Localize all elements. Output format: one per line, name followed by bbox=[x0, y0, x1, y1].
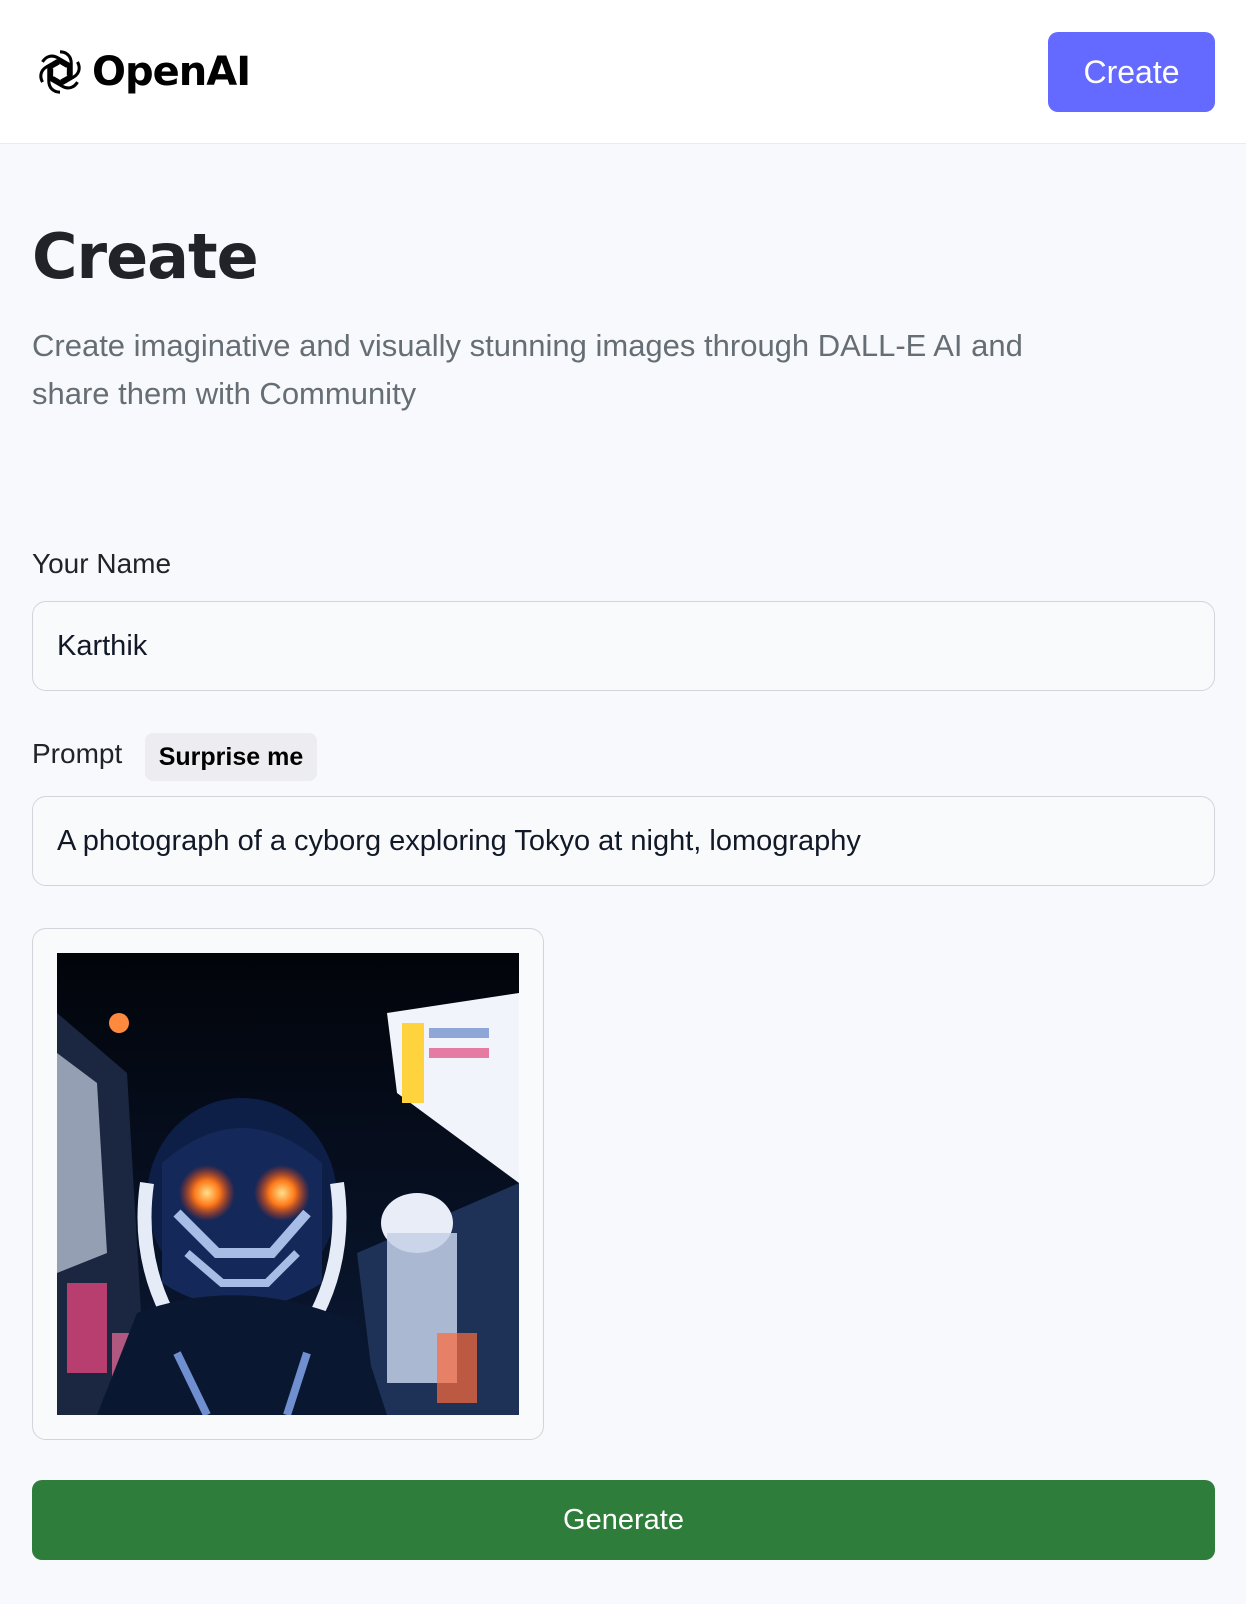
prompt-input[interactable] bbox=[32, 796, 1215, 886]
logo-text: OpenAI bbox=[92, 49, 251, 95]
name-label: Your Name bbox=[32, 548, 172, 579]
generate-button[interactable]: Generate bbox=[32, 1480, 1215, 1560]
create-button[interactable]: Create bbox=[1048, 32, 1215, 112]
openai-logo-icon bbox=[39, 50, 81, 94]
surprise-me-button[interactable]: Surprise me bbox=[145, 733, 317, 781]
generated-image bbox=[57, 953, 519, 1415]
prompt-label: Prompt bbox=[32, 738, 123, 769]
name-input[interactable] bbox=[32, 601, 1215, 691]
page-subtitle: Create imaginative and visually stunning… bbox=[32, 328, 1023, 411]
page-title: Create bbox=[32, 220, 259, 293]
image-preview-card bbox=[32, 928, 544, 1440]
top-navbar: OpenAI Create bbox=[0, 0, 1246, 144]
openai-logo[interactable]: OpenAI bbox=[32, 44, 251, 100]
